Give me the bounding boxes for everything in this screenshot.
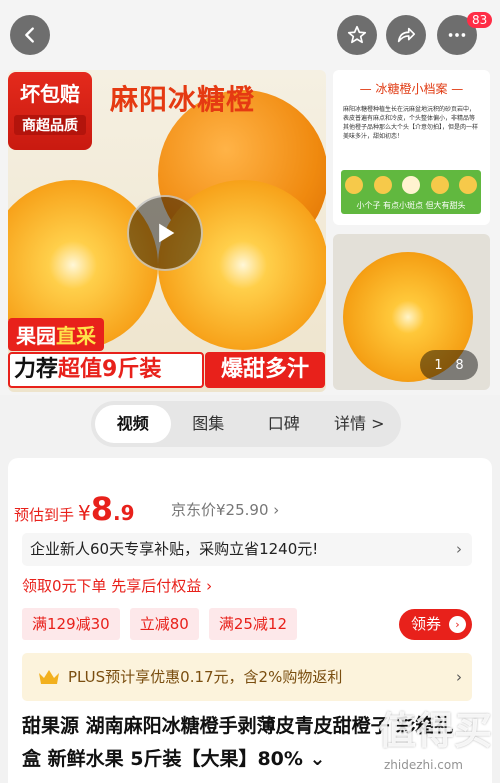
subsidy-text: 企业新人60天专享补贴，采购立省1240元! xyxy=(30,540,319,558)
price-label: 预估到手 xyxy=(14,506,75,524)
tab-details[interactable]: 详情 > xyxy=(322,405,398,443)
jd-price-link[interactable]: 京东价¥25.90 › xyxy=(171,499,279,520)
coupon-item[interactable]: 立减80 xyxy=(129,608,199,640)
notification-badge: 83 xyxy=(467,12,493,28)
chevron-right-icon: › xyxy=(456,540,462,558)
play-button[interactable] xyxy=(127,195,203,271)
banner-orchard-direct: 果园直采 xyxy=(8,318,104,351)
banner-direct-highlight: 直采 xyxy=(56,324,96,348)
thumbnail-strip-text: 小个子 有点小斑点 但大有甜头 xyxy=(356,201,466,210)
play-icon xyxy=(159,223,175,243)
price-decimal: .9 xyxy=(113,501,135,525)
tab-gallery[interactable]: 图集 xyxy=(171,405,247,443)
get-coupon-label: 领券 xyxy=(411,615,442,633)
enterprise-subsidy-banner[interactable]: 企业新人60天专享补贴，采购立省1240元! › xyxy=(22,533,472,566)
site-watermark: 值得买 zhidezhi.com xyxy=(378,700,500,783)
guarantee-tag: 坏包赔 商超品质 xyxy=(8,72,92,150)
tab-video[interactable]: 视频 xyxy=(95,405,171,443)
tab-reviews[interactable]: 口碑 xyxy=(246,405,322,443)
banner-sweet: 爆甜多汁 xyxy=(205,352,325,388)
coupon-item[interactable]: 满129减30 xyxy=(22,608,120,640)
thumbnail-text: 麻阳冰糖橙种植生长在沅麻盆地沅积的砂页岩中，表皮普遍有麻点和冷皮，个头整体偏小，… xyxy=(343,106,479,140)
thumbnail-info-card[interactable]: — 冰糖橙小档案 — 麻阳冰糖橙种植生长在沅麻盆地沅积的砂页岩中，表皮普遍有麻点… xyxy=(333,70,490,225)
media-gallery: 坏包赔 商超品质 麻阳冰糖橙 果园直采 力荐超值9斤装 爆甜多汁 — 冰糖橙小档… xyxy=(0,0,500,395)
coupon-list: 满129减30 立减80 满25减12 xyxy=(22,608,307,640)
back-button[interactable] xyxy=(10,15,50,55)
chevron-right-icon: › xyxy=(449,616,466,633)
pager-total: 8 xyxy=(455,357,464,373)
banner-recommend-b: 超值9斤装 xyxy=(58,357,162,382)
guarantee-tag-line1: 坏包赔 xyxy=(20,82,80,106)
favorite-button[interactable] xyxy=(337,15,377,55)
estimated-price: 预估到手 ¥ 8 .9 xyxy=(14,490,135,528)
guarantee-tag-line2: 商超品质 xyxy=(14,115,86,135)
pay-later-link[interactable]: 领取0元下单 先享后付权益 › xyxy=(22,575,212,596)
media-tabs: 视频 图集 口碑 详情 > xyxy=(91,401,401,447)
image-pager: 1 8 xyxy=(420,350,478,380)
banner-recommend-a: 力荐 xyxy=(14,357,59,382)
star-icon xyxy=(347,25,367,44)
get-coupon-button[interactable]: 领券 › xyxy=(399,609,472,640)
price-currency: ¥ xyxy=(78,501,91,525)
banner-orchard-text: 果园 xyxy=(16,324,56,348)
pager-current: 1 xyxy=(434,357,443,373)
thumbnail-caption: — 冰糖橙小档案 — xyxy=(359,82,464,96)
watermark-big: 值得买 xyxy=(378,709,493,753)
banner-recommend: 力荐超值9斤装 xyxy=(8,352,204,388)
share-button[interactable] xyxy=(386,15,426,55)
plus-member-banner[interactable]: PLUS预计享优惠0.17元，含2%购物返利 › xyxy=(22,653,472,701)
more-icon xyxy=(448,33,466,37)
chevron-right-icon: › xyxy=(456,668,462,686)
share-icon xyxy=(397,27,416,43)
back-icon xyxy=(25,27,34,43)
price-integer: 8 xyxy=(90,490,114,528)
plus-text: PLUS预计享优惠0.17元，含2%购物返利 xyxy=(68,668,343,686)
image-title: 麻阳冰糖橙 xyxy=(110,83,256,116)
crown-icon xyxy=(39,670,59,684)
coupon-item[interactable]: 满25减12 xyxy=(208,608,297,640)
thumbnail-size-strip: 小个子 有点小斑点 但大有甜头 xyxy=(341,170,481,214)
watermark-small: zhidezhi.com xyxy=(384,758,463,772)
